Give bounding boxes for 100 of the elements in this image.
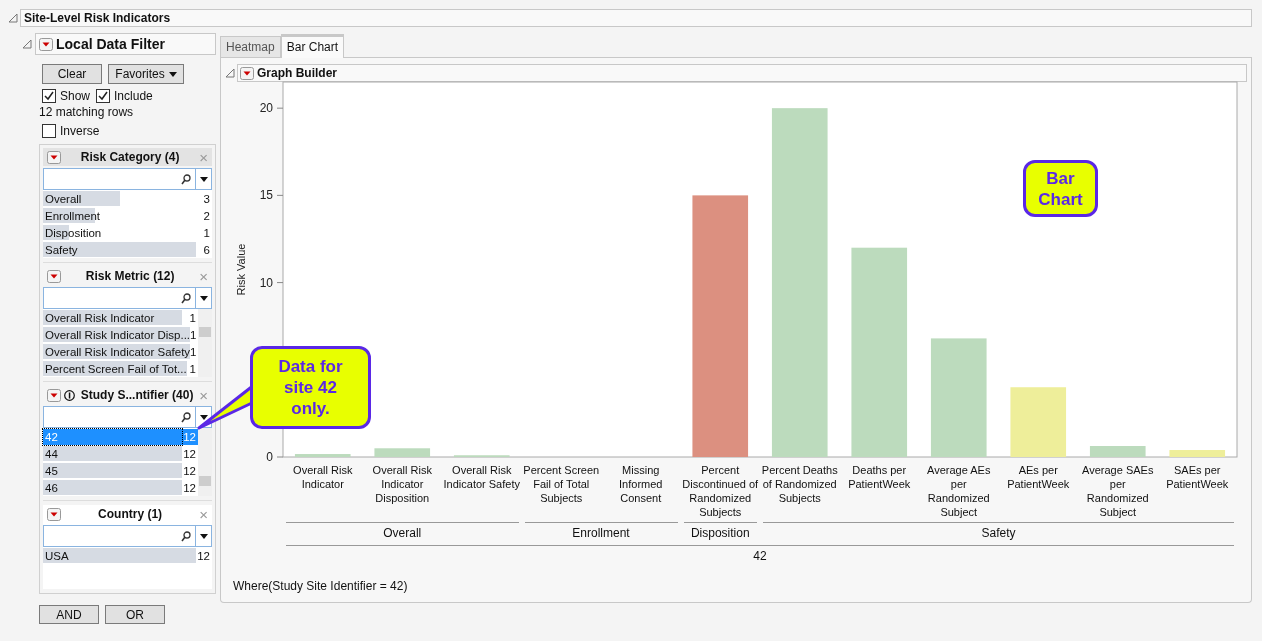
dropdown-icon: [199, 533, 208, 539]
bar: [374, 448, 431, 457]
filter-list-item[interactable]: Overall: [43, 190, 196, 207]
x-axis-label: Percent Screen Fail of Total Subjects: [522, 463, 601, 506]
tab[interactable]: Heatmap: [220, 36, 281, 57]
search-field[interactable]: [43, 525, 212, 547]
y-tick: 10: [259, 275, 284, 290]
item-count: 1: [190, 327, 198, 343]
scrollbar[interactable]: [198, 309, 212, 377]
item-count: 12: [182, 463, 197, 479]
y-tick-label: 0: [266, 450, 274, 464]
bar: [1089, 446, 1146, 457]
item-count: 12: [182, 446, 197, 462]
checkbox[interactable]: [42, 124, 56, 138]
caret-icon: [168, 71, 177, 77]
group-label: Enrollment: [524, 522, 678, 540]
y-tick-label: 10: [259, 275, 274, 290]
filter-section-title: Country (1): [97, 507, 164, 521]
menu-icon[interactable]: [47, 150, 61, 164]
x-axis-label: SAEs per PatientWeek: [1165, 463, 1230, 492]
item-count: 1: [188, 310, 197, 326]
disclosure-icon[interactable]: [225, 68, 235, 78]
x-axis-label: Average AEs per Randomized Subject: [926, 463, 992, 519]
item-count: 6: [202, 242, 211, 258]
item-count: 12: [182, 428, 198, 445]
favorites-menu-button[interactable]: Favorites: [108, 64, 184, 84]
bar: [294, 454, 351, 457]
filter-list-item[interactable]: Percent Screen Fail of Tot...: [43, 360, 187, 377]
filter-list-item[interactable]: Overall Risk Indicator: [43, 309, 182, 326]
matching-rows-text: 12 matching rows: [39, 105, 135, 119]
or-button[interactable]: OR: [105, 605, 165, 624]
search-icon: [181, 530, 191, 542]
filter-section-title: Risk Metric (12): [84, 269, 176, 283]
tab[interactable]: Bar Chart: [280, 34, 345, 58]
item-count: 1: [190, 344, 198, 360]
bar: [1169, 450, 1226, 457]
filter-list-item[interactable]: Safety: [43, 241, 196, 258]
x-axis-label: Deaths per PatientWeek: [847, 463, 912, 492]
filter-list-item[interactable]: Disposition: [43, 224, 196, 241]
dropdown-icon: [199, 295, 208, 301]
disclosure-icon[interactable]: [22, 39, 32, 49]
item-count: 3: [202, 191, 211, 207]
filter-list-item[interactable]: Overall Risk Indicator Safety: [43, 343, 191, 360]
x-axis-label: Average SAEs per Randomized Subject: [1081, 463, 1155, 519]
search-icon: [181, 411, 191, 423]
menu-icon[interactable]: [47, 507, 61, 521]
clear-button[interactable]: Clear: [42, 64, 102, 84]
y-tick: 20: [259, 101, 284, 116]
filter-list-item[interactable]: Enrollment: [43, 207, 196, 224]
bar: [1010, 387, 1067, 457]
filter-title: Local Data Filter: [56, 36, 165, 52]
item-count: 2: [202, 208, 211, 224]
checkbox-label: Include: [114, 89, 153, 103]
item-count: 12: [196, 548, 211, 564]
x-axis-label: Missing Informed Consent: [618, 463, 664, 506]
search-field[interactable]: [43, 168, 212, 190]
x-axis-label: Overall Risk Indicator Safety: [442, 463, 521, 492]
window-title: Site-Level Risk Indicators: [20, 9, 1252, 27]
x-axis-title: 42: [286, 545, 1234, 563]
filter-section-title: Risk Category (4): [79, 150, 181, 164]
graph-title: Graph Builder: [257, 66, 337, 80]
scrollbar[interactable]: [198, 428, 212, 496]
filter-list-item[interactable]: 45: [43, 462, 182, 479]
group-label: Safety: [763, 522, 1234, 540]
item-count: 1: [188, 361, 197, 377]
dropdown-icon: [199, 414, 208, 420]
filter-list-item[interactable]: 46: [43, 479, 182, 496]
x-axis-label: Percent Deaths of Randomized Subjects: [760, 463, 839, 506]
x-axis-label: Percent Discontinued of Randomized Subjects: [681, 463, 760, 519]
y-axis-title: Risk Value: [235, 243, 247, 296]
checkbox[interactable]: [96, 89, 111, 103]
y-tick: 15: [259, 188, 284, 203]
search-field[interactable]: [43, 406, 212, 428]
filter-section-title: Study S...ntifier (40): [79, 388, 195, 402]
checkbox[interactable]: [42, 89, 56, 103]
x-axis-label: Overall Risk Indicator: [292, 463, 354, 492]
y-tick: 0: [266, 450, 284, 463]
menu-icon[interactable]: [240, 66, 254, 80]
menu-icon[interactable]: [47, 388, 61, 402]
group-label: Disposition: [683, 522, 757, 540]
item-count: 1: [202, 225, 211, 241]
checkbox-label: Show: [60, 89, 91, 103]
search-field[interactable]: [43, 287, 212, 309]
item-count: 12: [182, 480, 197, 496]
disclosure-icon[interactable]: [8, 13, 18, 23]
filter-list-item[interactable]: 44: [43, 445, 182, 462]
filter-list-item[interactable]: Overall Risk Indicator Disp...: [43, 326, 191, 343]
menu-icon[interactable]: [47, 269, 61, 283]
menu-icon[interactable]: [39, 37, 53, 51]
where-clause: Where(Study Site Identifier = 42): [233, 579, 409, 593]
dropdown-icon: [199, 176, 208, 182]
filter-list-item[interactable]: USA: [43, 547, 196, 564]
x-axis-label: Overall Risk Indicator Disposition: [371, 463, 433, 506]
y-tick-label: 15: [259, 188, 274, 203]
y-tick-label: 20: [259, 101, 274, 116]
and-button[interactable]: AND: [39, 605, 99, 624]
x-axis-label: AEs per PatientWeek: [1006, 463, 1071, 492]
callout: Bar Chart: [1023, 160, 1098, 217]
search-icon: [181, 292, 191, 304]
checkbox-label: Inverse: [60, 124, 100, 138]
